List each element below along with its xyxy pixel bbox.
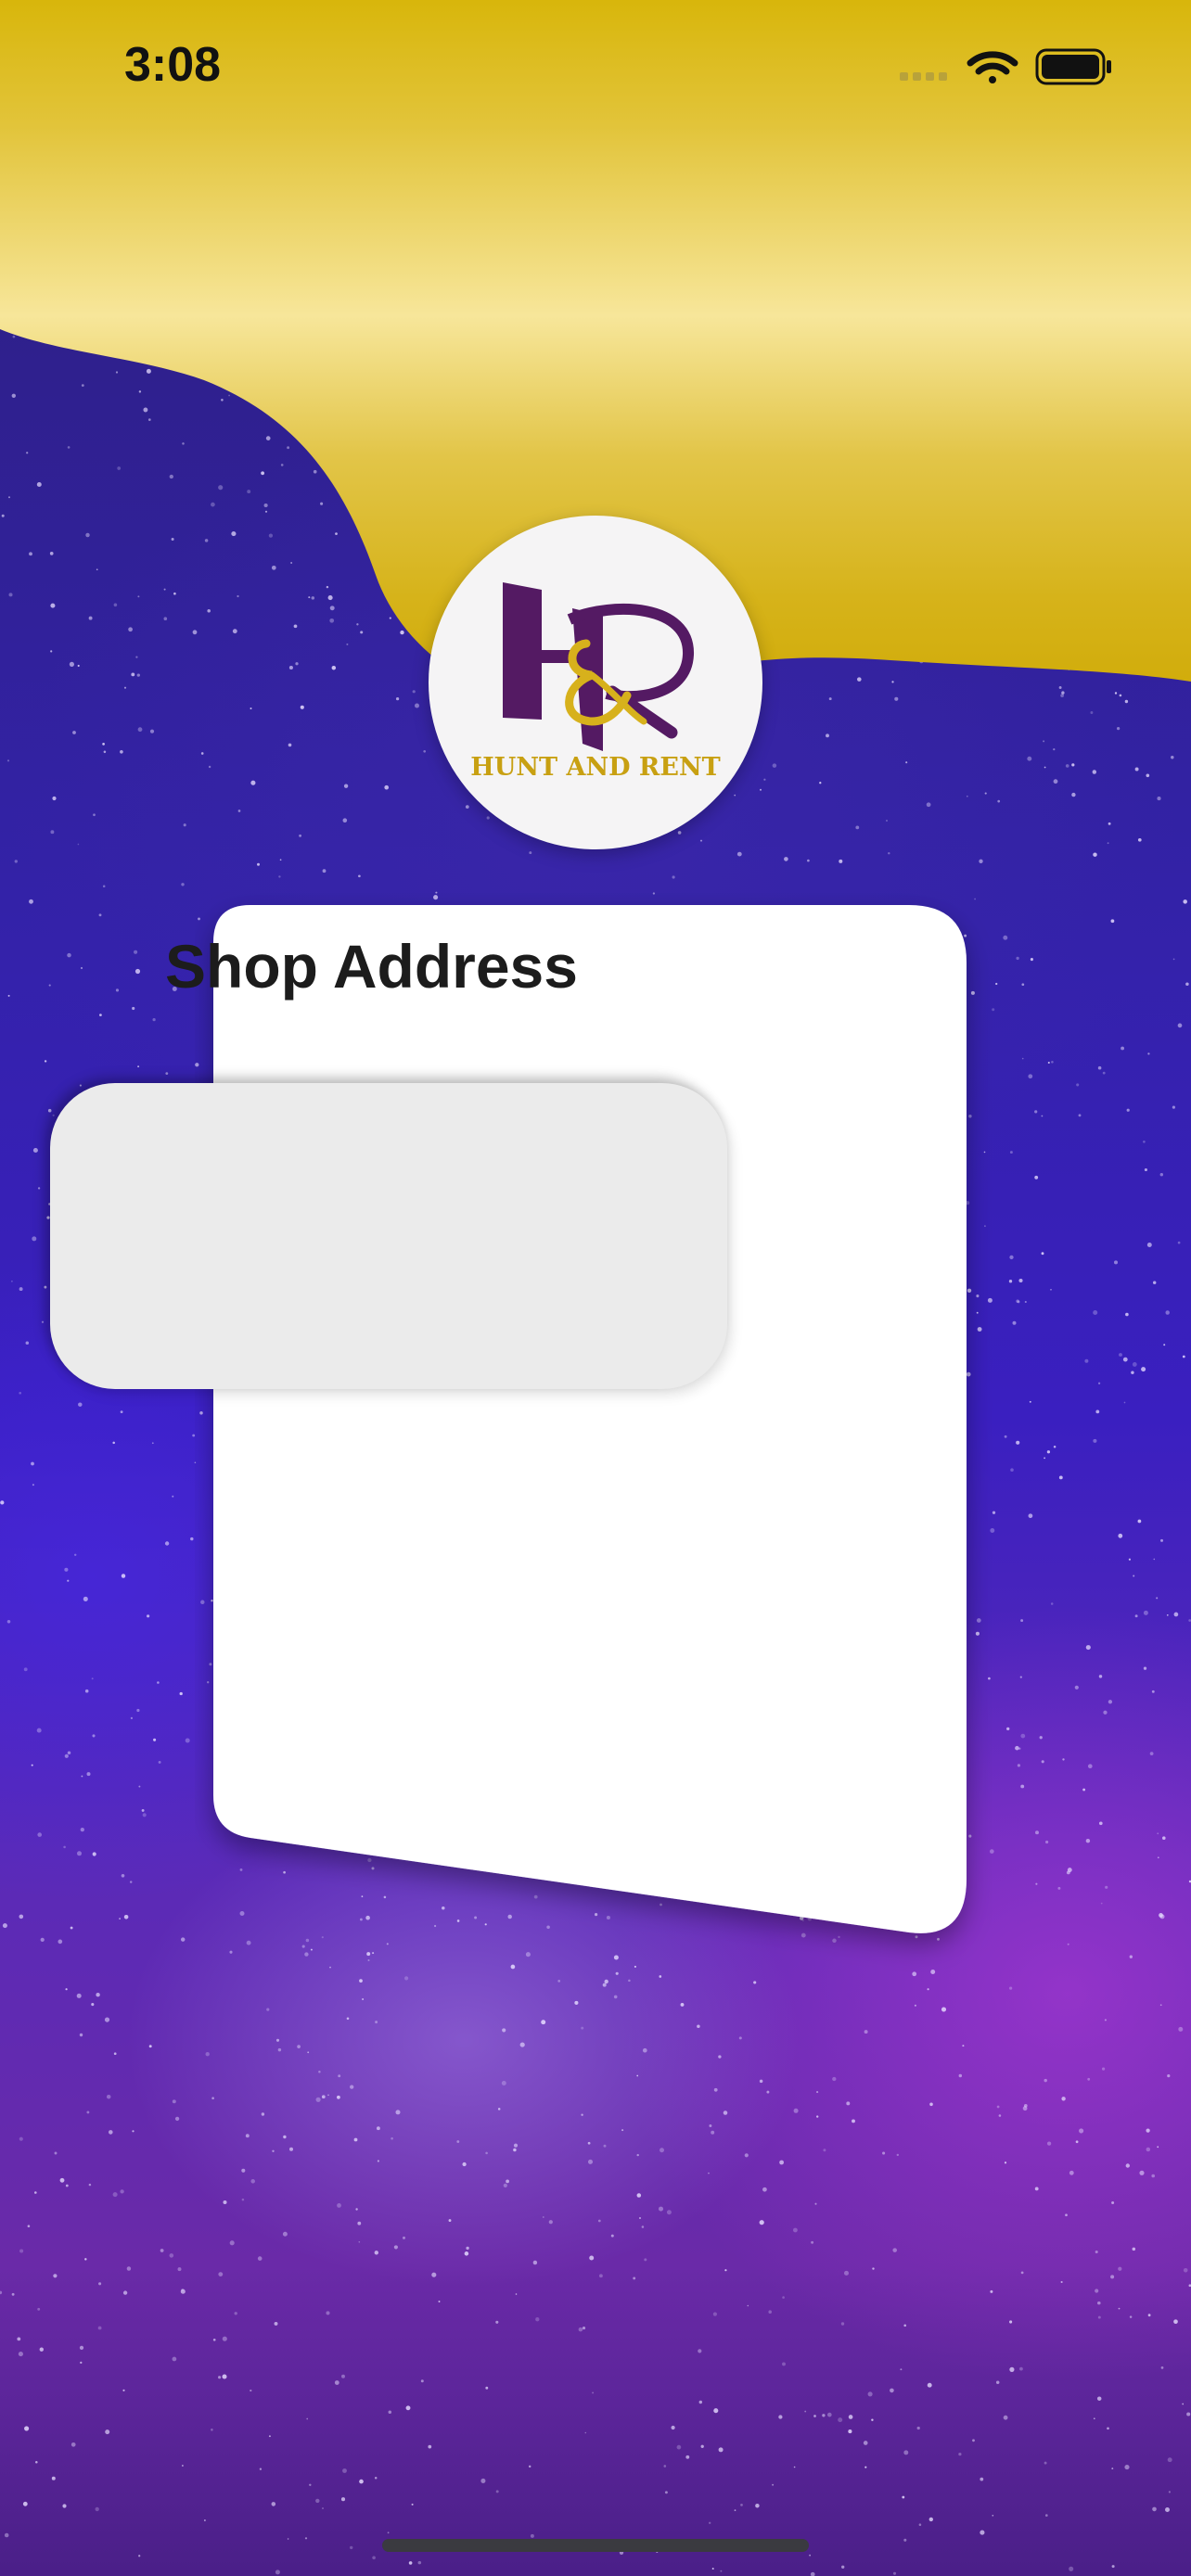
battery-icon — [1035, 48, 1111, 85]
status-time: 3:08 — [124, 38, 222, 92]
home-indicator[interactable] — [382, 2539, 809, 2552]
shop-address-input[interactable] — [50, 1083, 727, 1389]
form-card — [213, 905, 967, 1933]
brand-tagline: HUNT AND RENT — [470, 753, 721, 782]
status-icons — [900, 48, 1111, 85]
hr-monogram-icon — [503, 582, 695, 751]
cellular-signal-icon — [900, 72, 947, 81]
brand-logo: HUNT AND RENT — [429, 516, 762, 849]
shop-address-title: Shop Address — [165, 932, 578, 1001]
wifi-icon — [967, 51, 1018, 83]
